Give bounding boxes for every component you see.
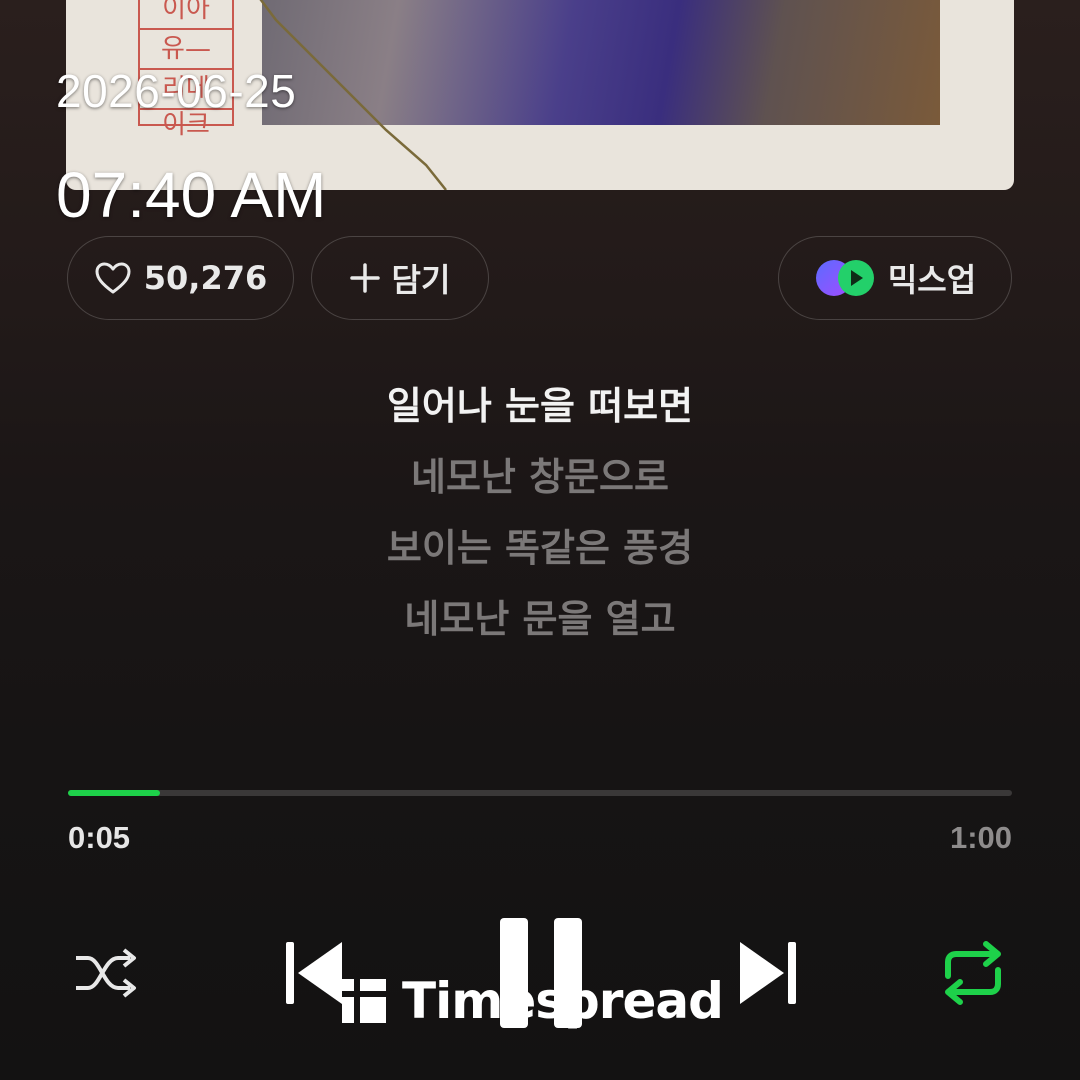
repeat-icon [945, 941, 1001, 1005]
repeat-button[interactable] [940, 940, 1006, 1006]
skip-next-icon [740, 942, 796, 1004]
lyric-line-current: 일어나 눈을 떠보면 [386, 384, 694, 428]
mixup-icon [815, 260, 874, 296]
mixup-button[interactable]: 믹스업 [778, 236, 1012, 320]
watermark: Timespread [340, 972, 724, 1030]
lyric-line: 네모난 창문으로 [411, 455, 669, 499]
status-time: 07:40 AM [56, 159, 327, 231]
shuffle-button[interactable] [72, 944, 138, 1002]
mixup-label: 믹스업 [887, 261, 977, 299]
total-time: 1:00 [949, 820, 1012, 855]
progress-fill [68, 790, 161, 796]
next-button[interactable] [736, 940, 798, 1006]
skip-previous-icon [286, 942, 342, 1004]
current-time: 0:05 [68, 820, 131, 855]
add-to-playlist-button[interactable]: 담기 [311, 236, 489, 320]
watermark-logo-icon [342, 979, 386, 1023]
lyric-line: 네모난 문을 열고 [404, 597, 676, 641]
previous-button[interactable] [284, 940, 346, 1006]
lyrics-panel[interactable]: 일어나 눈을 떠보면 네모난 창문으로 보이는 똑같은 풍경 네모난 문을 열고 [0, 378, 1080, 662]
heart-icon [95, 262, 131, 294]
watermark-text: Timespread [402, 972, 724, 1030]
lyric-line: 보이는 똑같은 풍경 [386, 526, 694, 570]
status-date: 2026-06-25 [56, 65, 297, 117]
like-button[interactable]: 50,276 [67, 236, 294, 320]
add-label: 담기 [391, 261, 451, 299]
like-count: 50,276 [143, 259, 268, 297]
progress-bar[interactable] [68, 790, 1012, 796]
shuffle-icon [76, 948, 136, 998]
plus-icon [349, 263, 380, 293]
album-stamp-line: 이아 [140, 0, 232, 30]
